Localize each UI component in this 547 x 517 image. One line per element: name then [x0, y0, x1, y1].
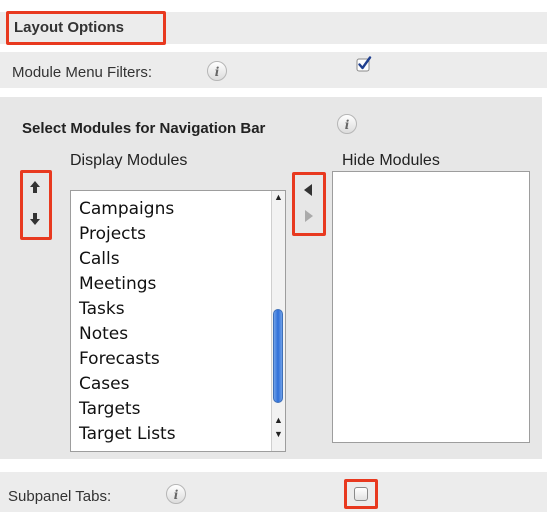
arrow-left-icon[interactable] — [303, 183, 313, 197]
subpanel-tabs-checkbox[interactable] — [354, 487, 368, 501]
hide-modules-list[interactable] — [332, 171, 530, 443]
subpanel-tabs-label: Subpanel Tabs: — [8, 488, 112, 505]
scroll-down-icon[interactable]: ▼ — [272, 429, 285, 439]
scroll-up-icon[interactable]: ▲ — [272, 192, 285, 202]
display-modules-header: Display Modules — [70, 152, 188, 169]
list-item[interactable]: Notes — [79, 324, 128, 344]
module-menu-filters-label: Module Menu Filters: — [12, 64, 153, 81]
list-item[interactable]: Campaigns — [79, 199, 174, 219]
scroll-up-icon[interactable]: ▲ — [272, 415, 285, 425]
move-buttons-highlight — [292, 172, 326, 236]
list-item[interactable]: Forecasts — [79, 349, 160, 369]
arrow-up-icon[interactable] — [28, 180, 42, 194]
list-item[interactable]: Meetings — [79, 274, 156, 294]
display-modules-list[interactable]: Campaigns Projects Calls Meetings Tasks … — [70, 190, 286, 452]
info-icon[interactable]: i — [166, 484, 186, 504]
hide-modules-header: Hide Modules — [342, 152, 440, 169]
list-item[interactable]: Targets — [79, 399, 140, 419]
list-item[interactable]: Cases — [79, 374, 129, 394]
arrow-right-icon[interactable] — [304, 209, 314, 223]
list-item[interactable]: Calls — [79, 249, 120, 269]
info-icon[interactable]: i — [337, 114, 357, 134]
display-modules-scrollbar[interactable]: ▲ ▲ ▼ — [271, 191, 285, 451]
list-item[interactable]: Target Lists — [79, 424, 176, 444]
layout-options-highlight — [6, 11, 166, 45]
list-item[interactable]: Projects — [79, 224, 146, 244]
module-menu-filters-checkbox[interactable] — [356, 56, 372, 72]
info-icon[interactable]: i — [207, 61, 227, 81]
list-item[interactable]: Tasks — [79, 299, 125, 319]
navigation-bar-title: Select Modules for Navigation Bar — [22, 120, 266, 137]
scrollbar-thumb[interactable] — [273, 309, 283, 403]
arrow-down-icon[interactable] — [28, 212, 42, 226]
